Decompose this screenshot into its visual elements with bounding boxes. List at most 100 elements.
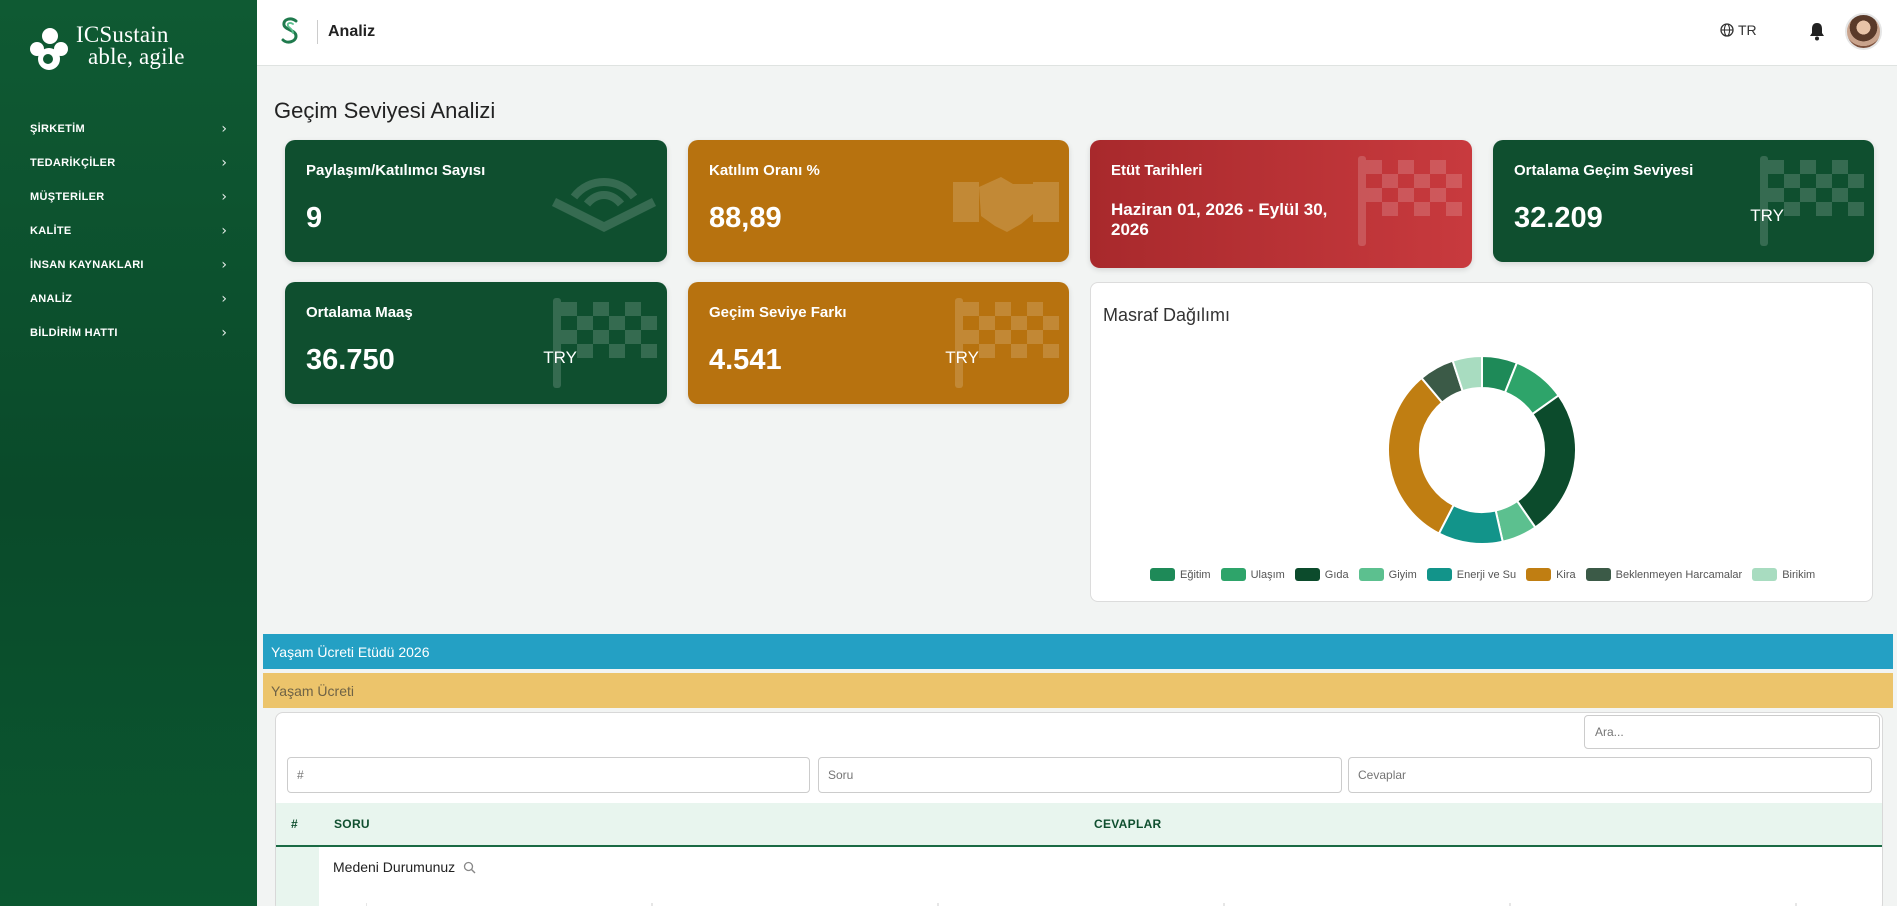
legend-label: Ulaşım <box>1250 568 1285 581</box>
participation-rate-title: Katılım Oranı % <box>709 162 820 179</box>
donut-slice-3[interactable] <box>1515 394 1577 529</box>
sidebar-nav: ŞİRKETİM › TEDARİKÇİLER › MÜŞTERİLER › K… <box>0 112 257 350</box>
section-band-title[interactable]: Yaşam Ücreti <box>263 673 1893 708</box>
answers-filter-input[interactable] <box>1348 757 1872 793</box>
living-gap-value: 4.541 <box>709 344 782 376</box>
logo-text: ICSustain able, agile <box>76 23 185 69</box>
sidebar-item-sirketim[interactable]: ŞİRKETİM › <box>0 112 257 146</box>
sidebar-item-kalite[interactable]: KALİTE › <box>0 214 257 248</box>
header-divider <box>317 20 318 44</box>
notification-bell-icon[interactable] <box>1808 21 1826 41</box>
legend-item[interactable]: Giyim <box>1358 568 1417 581</box>
breadcrumb: Analiz <box>328 23 376 40</box>
sidebar-item-label: İNSAN KAYNAKLARI <box>30 259 144 271</box>
avg-salary-unit: TRY <box>543 348 577 367</box>
sidebar-item-label: KALİTE <box>30 225 72 237</box>
avg-living-level-value: 32.209 <box>1514 202 1603 234</box>
index-filter-input[interactable] <box>287 757 810 793</box>
living-gap-unit: TRY <box>945 348 979 367</box>
legend-item[interactable]: Ulaşım <box>1220 568 1285 581</box>
table-row[interactable]: Medeni Durumunuz <box>276 847 1882 906</box>
participation-rate-card: Katılım Oranı % 88,89 <box>688 140 1069 262</box>
sidebar-item-label: MÜŞTERİLER <box>30 191 105 203</box>
question-filter-input[interactable] <box>818 757 1342 793</box>
checkered-flag-icon <box>955 298 1059 388</box>
handshake-icon <box>953 177 1059 232</box>
study-band-title[interactable]: Yaşam Ücreti Etüdü 2026 <box>263 634 1893 669</box>
avg-living-level-title: Ortalama Geçim Seviyesi <box>1514 162 1694 179</box>
user-avatar[interactable] <box>1845 13 1882 50</box>
sidebar-item-musteriler[interactable]: MÜŞTERİLER › <box>0 180 257 214</box>
chevron-right-icon: › <box>221 325 227 341</box>
row-question-text: Medeni Durumunuz <box>333 859 456 875</box>
legend-label: Gıda <box>1324 568 1349 581</box>
study-dates-card: Etüt Tarihleri Haziran 01, 2026 - Eylül … <box>1090 140 1472 268</box>
legend-label: Birikim <box>1782 568 1816 581</box>
legend-label: Enerji ve Su <box>1456 568 1517 581</box>
legend-label: Beklenmeyen Harcamalar <box>1615 568 1743 581</box>
legend-swatch <box>1426 568 1452 581</box>
avg-living-level-card: Ortalama Geçim Seviyesi 32.209 TRY <box>1493 140 1874 262</box>
search-icon[interactable] <box>463 861 476 874</box>
chevron-right-icon: › <box>221 291 227 307</box>
page-title: Geçim Seviyesi Analizi <box>274 98 496 123</box>
participation-rate-value: 88,89 <box>709 202 782 234</box>
legend-label: Giyim <box>1388 568 1417 581</box>
legend-swatch <box>1526 568 1552 581</box>
sidebar-item-label: BİLDİRİM HATTI <box>30 327 118 339</box>
row-question: Medeni Durumunuz <box>333 859 476 875</box>
sidebar-item-insan-kaynaklari[interactable]: İNSAN KAYNAKLARI › <box>0 248 257 282</box>
sidebar-item-label: ANALİZ <box>30 293 73 305</box>
legend-swatch <box>1150 568 1175 581</box>
legend-item[interactable]: Gıda <box>1294 568 1349 581</box>
legend-item[interactable]: Beklenmeyen Harcamalar <box>1585 568 1743 581</box>
chart-legend: Eğitim Ulaşım Gıda Giyim Enerji ve Su Ki… <box>1150 568 1815 581</box>
row-index-cell <box>276 847 319 906</box>
audible-icon <box>551 178 657 233</box>
legend-item[interactable]: Enerji ve Su <box>1426 568 1517 581</box>
avg-salary-card: Ortalama Maaş 36.750 TRY <box>285 282 667 404</box>
sidebar-item-label: TEDARİKÇİLER <box>30 157 116 169</box>
study-dates-title: Etüt Tarihleri <box>1111 162 1203 179</box>
checkered-flag-icon <box>1358 156 1462 246</box>
sidebar-item-label: ŞİRKETİM <box>30 123 85 135</box>
legend-item[interactable]: Kira <box>1526 568 1576 581</box>
globe-icon <box>1720 23 1734 37</box>
checkered-flag-icon <box>1760 156 1864 246</box>
language-selector[interactable]: TR <box>1720 22 1757 38</box>
legend-label: Kira <box>1556 568 1576 581</box>
survey-table-panel: # SORU CEVAPLAR Medeni Durumunuz <box>275 712 1883 906</box>
chevron-right-icon: › <box>221 189 227 205</box>
participants-value: 9 <box>306 202 323 234</box>
chevron-right-icon: › <box>221 223 227 239</box>
legend-swatch <box>1585 568 1611 581</box>
checkered-flag-icon <box>553 298 657 388</box>
brand-s-icon[interactable] <box>279 16 301 46</box>
search-input[interactable] <box>1584 715 1880 749</box>
answer-scale-ticks <box>366 903 1797 906</box>
column-header-question[interactable]: SORU <box>334 817 370 831</box>
avg-salary-value: 36.750 <box>306 344 395 376</box>
legend-item[interactable]: Eğitim <box>1150 568 1211 581</box>
legend-item[interactable]: Birikim <box>1752 568 1815 581</box>
chevron-right-icon: › <box>221 121 227 137</box>
column-header-index[interactable]: # <box>291 817 298 831</box>
legend-label: Eğitim <box>1180 568 1211 581</box>
legend-swatch <box>1752 568 1778 581</box>
app-logo[interactable]: ICSustain able, agile <box>28 23 185 70</box>
logo-line-2: able, agile <box>88 44 185 69</box>
legend-swatch <box>1358 568 1384 581</box>
sidebar-item-analiz[interactable]: ANALİZ › <box>0 282 257 316</box>
living-gap-title: Geçim Seviye Farkı <box>709 304 847 321</box>
sidebar-item-bildirim-hatti[interactable]: BİLDİRİM HATTI › <box>0 316 257 350</box>
living-gap-card: Geçim Seviye Farkı 4.541 TRY <box>688 282 1069 404</box>
participants-title: Paylaşım/Katılımcı Sayısı <box>306 162 486 179</box>
column-header-answers[interactable]: CEVAPLAR <box>1094 817 1162 831</box>
chevron-right-icon: › <box>221 257 227 273</box>
study-dates-value: Haziran 01, 2026 - Eylül 30, 2026 <box>1111 200 1328 239</box>
sidebar-item-tedarikciler[interactable]: TEDARİKÇİLER › <box>0 146 257 180</box>
table-header: # SORU CEVAPLAR <box>276 803 1882 847</box>
logo-mark-icon <box>28 24 72 70</box>
expense-donut-chart <box>1387 354 1577 545</box>
top-bar: Analiz TR <box>257 0 1897 66</box>
